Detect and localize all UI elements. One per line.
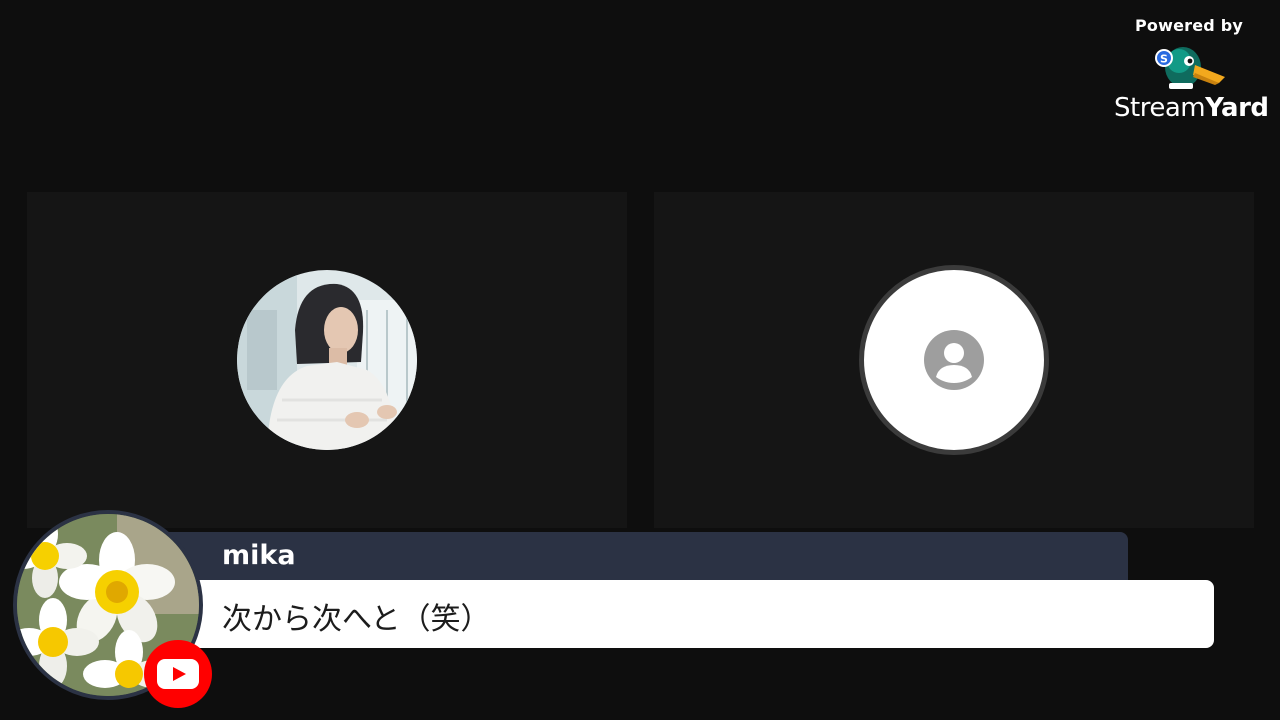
participant-placeholder-avatar — [859, 265, 1049, 455]
youtube-badge — [144, 640, 212, 708]
brand-name-light: Stream — [1114, 93, 1206, 123]
participant-photo-avatar — [237, 270, 417, 450]
comment-author-bar: mika — [140, 532, 1128, 584]
participant-tile-2 — [654, 192, 1254, 528]
powered-by-label: Powered by — [1135, 16, 1243, 35]
comment-message-text: 次から次へと（笑） — [222, 602, 491, 637]
youtube-icon — [157, 659, 199, 689]
comment-message-bar: 次から次へと（笑） — [140, 580, 1214, 648]
stream-stage: Powered by S StreamYard mika 次から次へと（笑） — [0, 0, 1280, 720]
streamyard-branding: Powered by S StreamYard — [1114, 16, 1269, 123]
duck-logo-icon: S — [1155, 47, 1225, 89]
svg-text:S: S — [1160, 53, 1168, 66]
streamyard-wordmark: StreamYard — [1114, 93, 1269, 123]
user-placeholder-icon — [924, 330, 984, 390]
woman-photo-icon — [237, 270, 417, 450]
comment-author-name: mika — [222, 540, 296, 571]
brand-name-bold: Yard — [1205, 93, 1269, 123]
participant-tile-1 — [27, 192, 627, 528]
